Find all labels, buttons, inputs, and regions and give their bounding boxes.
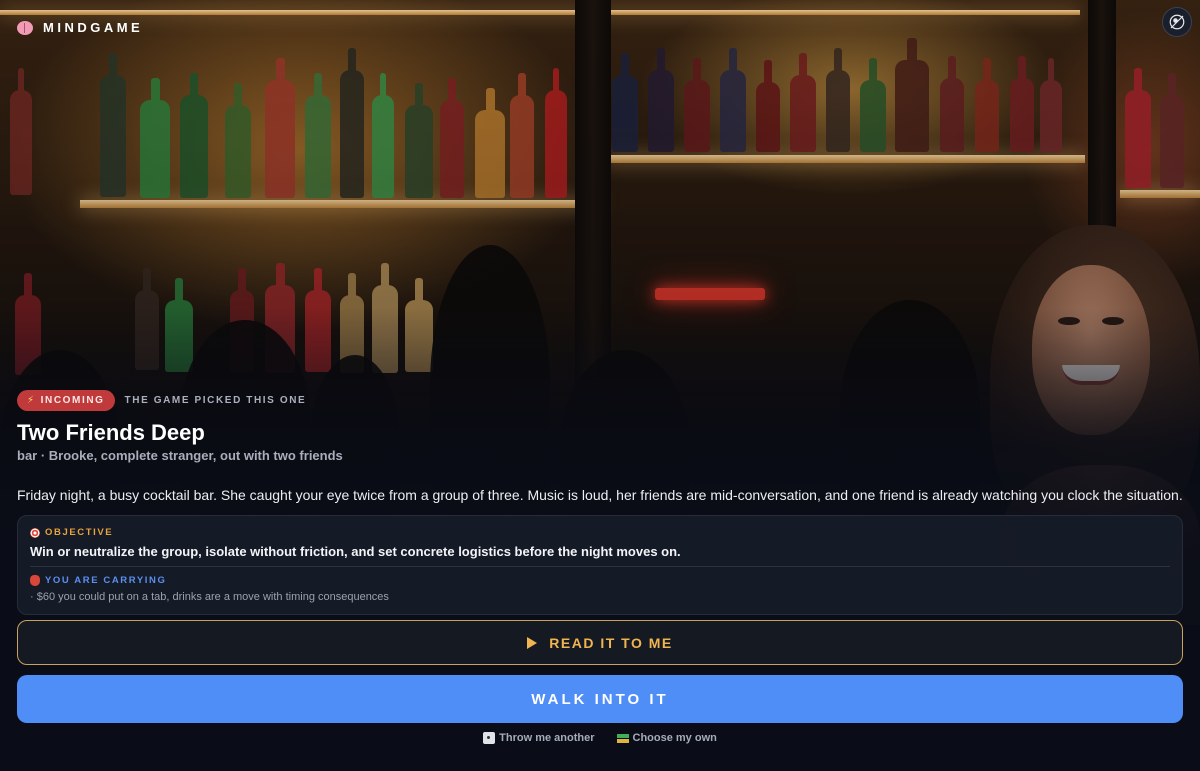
- secondary-links: Throw me another Choose my own: [0, 732, 1200, 744]
- settings-avatar-icon: [1169, 14, 1185, 30]
- throw-another-link[interactable]: Throw me another: [483, 732, 595, 744]
- play-icon: [527, 636, 538, 649]
- dice-icon: [483, 732, 496, 744]
- carrying-text: · $60 you could put on a tab, drinks are…: [30, 591, 389, 603]
- picked-note: THE GAME PICKED THIS ONE: [124, 395, 307, 406]
- target-icon: [30, 527, 40, 538]
- brief-divider: [30, 566, 1170, 567]
- scenario-title: Two Friends Deep: [17, 420, 205, 445]
- app-brand: MINDGAME: [17, 20, 143, 35]
- game-screen: MINDGAME ⚡ INCOMING THE GAME PICKED THIS…: [0, 0, 1200, 771]
- mission-brief: OBJECTIVE Win or neutralize the group, i…: [17, 515, 1183, 615]
- profile-button[interactable]: [1162, 7, 1192, 37]
- walk-into-it-button[interactable]: WALK INTO IT: [17, 675, 1183, 723]
- books-icon: [616, 732, 629, 744]
- walk-into-it-label: WALK INTO IT: [531, 690, 669, 708]
- brain-icon: [17, 20, 33, 35]
- throw-another-label: Throw me another: [499, 732, 595, 744]
- incoming-badge-label: INCOMING: [40, 395, 105, 406]
- scenario-card: ⚡ INCOMING THE GAME PICKED THIS ONE Two …: [17, 390, 1183, 615]
- carrying-label: YOU ARE CARRYING: [45, 575, 167, 586]
- lightning-icon: ⚡: [27, 395, 36, 406]
- choose-own-label: Choose my own: [632, 732, 717, 744]
- read-it-to-me-button[interactable]: READ IT TO ME: [17, 620, 1183, 665]
- read-it-to-me-label: READ IT TO ME: [549, 634, 673, 651]
- scenario-premise: Friday night, a busy cocktail bar. She c…: [17, 487, 1183, 503]
- objective-text: Win or neutralize the group, isolate wit…: [30, 544, 681, 559]
- app-title: MINDGAME: [43, 20, 144, 35]
- bag-icon: [30, 575, 40, 586]
- choose-own-link[interactable]: Choose my own: [616, 732, 717, 744]
- incoming-badge: ⚡ INCOMING: [17, 390, 115, 411]
- objective-label: OBJECTIVE: [45, 527, 114, 538]
- scenario-subtitle: bar · Brooke, complete stranger, out wit…: [17, 448, 343, 463]
